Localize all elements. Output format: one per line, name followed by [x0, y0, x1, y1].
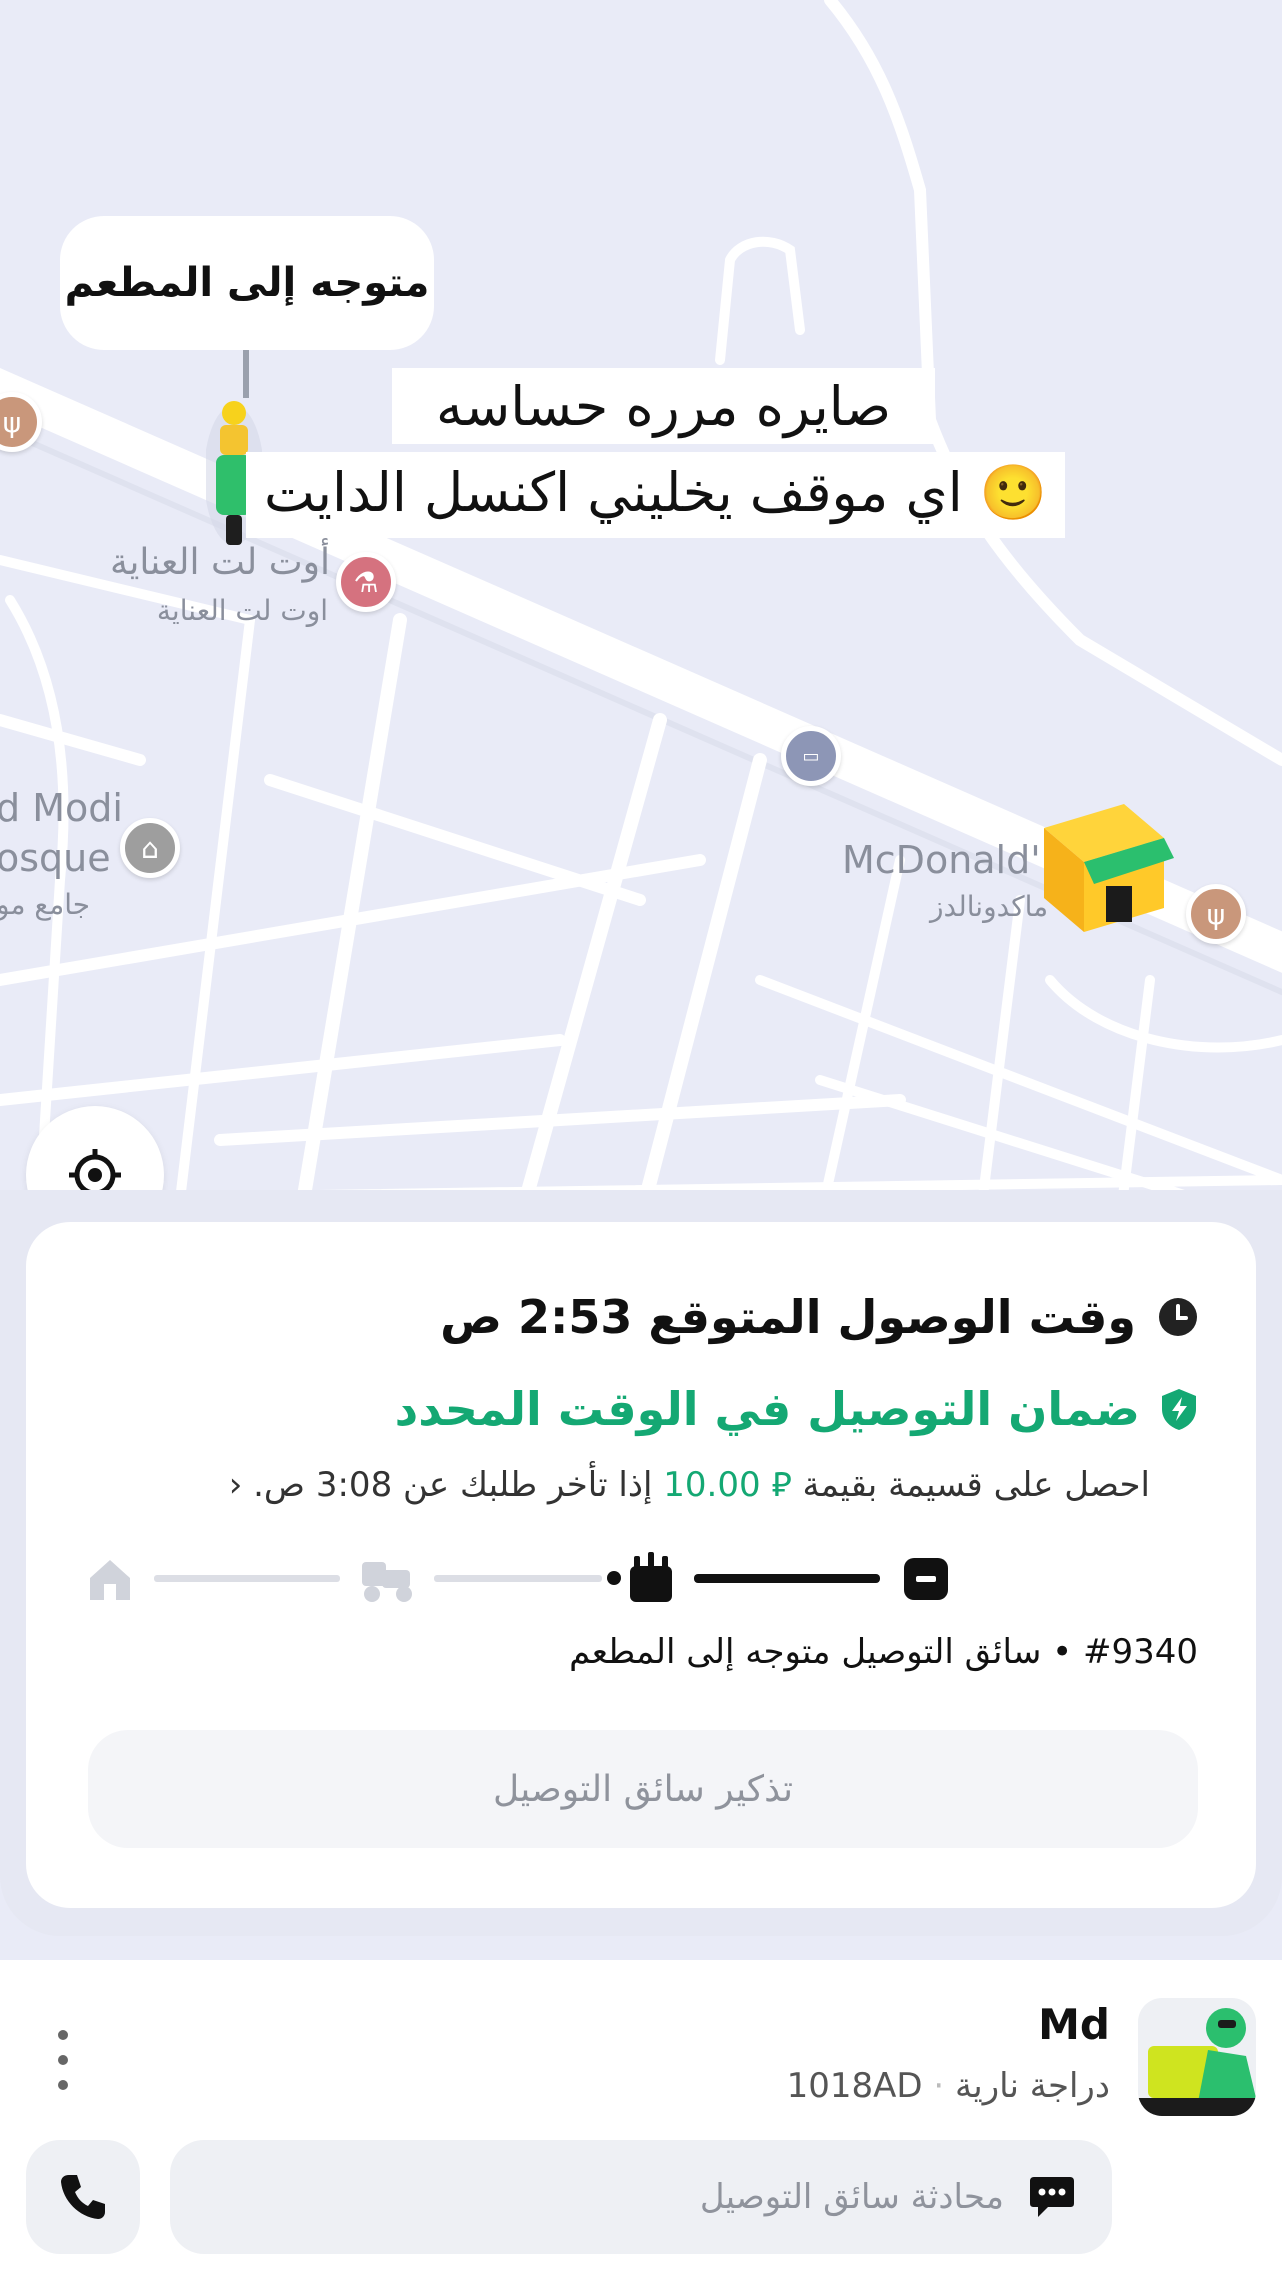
mosque-icon[interactable]: ⌂ [120, 818, 180, 878]
kebab-icon[interactable] [56, 2030, 70, 2090]
eta-text: وقت الوصول المتوقع 2:53 ص [440, 1290, 1136, 1344]
poi-mcdonalds-en: McDonald' [842, 838, 1041, 882]
chat-placeholder: محادثة سائق التوصيل [699, 2177, 1004, 2217]
shield-bolt-icon [1162, 1389, 1196, 1430]
chat-driver-button[interactable]: محادثة سائق التوصيل [170, 2140, 1112, 2254]
guarantee-title: ضمان التوصيل في الوقت المحدد [394, 1382, 1140, 1436]
driver-status-bubble: متوجه إلى المطعم [60, 216, 434, 350]
story-caption-line1: صايره مرره حساسه [392, 368, 936, 444]
clock-icon [1159, 1298, 1197, 1336]
chat-icon [1030, 2177, 1074, 2217]
guarantee-row[interactable]: ضمان التوصيل في الوقت المحدد [395, 1382, 1198, 1436]
eta-row: وقت الوصول المتوقع 2:53 ص [440, 1290, 1198, 1344]
poi-mosque-ar: جامع مو [0, 888, 91, 921]
fork-knife-icon[interactable]: ψ [1186, 884, 1246, 944]
poi-outlet-name: أوت لت العناية [110, 542, 330, 583]
guarantee-subtitle[interactable]: احصل على قسيمة بقيمة ⃁ 10.00 إذا تأخر طل… [229, 1462, 1150, 1506]
restaurant-marker-icon [1034, 798, 1174, 938]
poi-outlet-name-sub: اوت لت العناية [156, 594, 328, 627]
progress-tracker [82, 1542, 1212, 1612]
poi-mcdonalds-ar: ماكدونالدز [930, 890, 1049, 923]
guarantee-sub-suffix: إذا تأخر طلبك عن 3:08 ص. [253, 1465, 653, 1505]
scooter-icon [362, 1562, 412, 1602]
remind-driver-button[interactable]: تذكير سائق التوصيل [88, 1730, 1198, 1848]
order-status-line: #9340 • سائق التوصيل متوجه إلى المطعم [569, 1632, 1198, 1672]
driver-vehicle: دراجة نارية [955, 2066, 1110, 2106]
poi-mosque-en-2: osque [0, 836, 111, 880]
chevron-left-icon: ‹ [228, 1465, 243, 1505]
currency-symbol: ⃁ [771, 1465, 792, 1505]
guarantee-amount: 10.00 [663, 1465, 761, 1505]
phone-icon [61, 2175, 105, 2219]
driver-plate: 1018AD [786, 2066, 923, 2106]
restaurant-icon [630, 1552, 672, 1602]
driver-section: Md دراجة نارية · 1018AD محادثة سائق التو… [0, 1990, 1282, 2280]
story-caption-line2: اي موقف يخليني اكنسل الدايت 🙂 [246, 452, 1066, 538]
bubble-stem [243, 350, 249, 398]
pharmacy-icon[interactable]: ⚗ [336, 552, 396, 612]
receipt-icon [904, 1558, 948, 1600]
driver-name: Md [1038, 2000, 1110, 2049]
guarantee-sub-prefix: احصل على قسيمة بقيمة [802, 1465, 1150, 1505]
driver-status-text: متوجه إلى المطعم [64, 260, 430, 306]
driver-avatar [1138, 1998, 1256, 2116]
call-driver-button[interactable] [26, 2140, 140, 2254]
order-status-card: وقت الوصول المتوقع 2:53 ص ضمان التوصيل ف… [26, 1222, 1256, 1908]
poi-mosque-en-1: d Modi [0, 786, 123, 830]
progress-segment-3 [154, 1575, 340, 1582]
progress-current-dot [607, 1571, 621, 1585]
progress-segment-2 [434, 1575, 602, 1582]
atm-icon[interactable]: ▭ [781, 726, 841, 786]
progress-segment-1 [694, 1574, 880, 1583]
driver-meta: دراجة نارية · 1018AD [787, 2066, 1110, 2106]
meta-separator: · [922, 2066, 945, 2106]
home-icon [90, 1560, 130, 1600]
